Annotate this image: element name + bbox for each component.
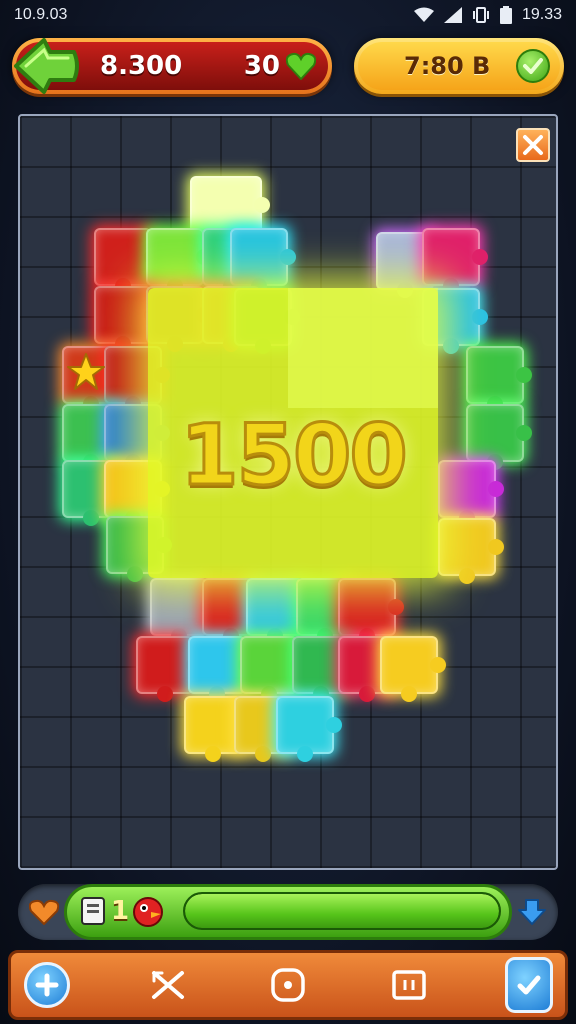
signal-icon <box>443 7 462 23</box>
puzzle-piece[interactable] <box>240 636 306 702</box>
check-icon[interactable] <box>516 49 550 83</box>
lives-counter: 30 <box>244 51 316 81</box>
close-icon <box>523 135 543 155</box>
status-bar: 10.9.03 19.33 <box>0 0 576 30</box>
status-icons: 19.33 <box>413 6 562 24</box>
progress-track <box>183 892 501 930</box>
lives-value: 30 <box>243 51 280 81</box>
puzzle-piece[interactable] <box>146 228 212 294</box>
progress-frame: 1 <box>64 884 512 940</box>
pause-icon <box>391 970 426 1000</box>
puzzle-piece[interactable] <box>380 636 446 702</box>
bird-icon <box>133 897 164 927</box>
puzzle-piece[interactable] <box>276 696 342 762</box>
puzzle-piece[interactable] <box>190 176 270 242</box>
heart-icon <box>29 899 59 925</box>
add-button[interactable] <box>23 961 71 1009</box>
hint-button[interactable] <box>505 957 553 1013</box>
bottom-toolbar <box>8 950 568 1020</box>
piece-counter: 1 <box>79 893 173 929</box>
puzzle-piece[interactable] <box>422 228 488 294</box>
pause-button[interactable] <box>385 961 433 1009</box>
vibrate-icon <box>472 7 490 23</box>
puzzle-piece[interactable] <box>188 636 254 702</box>
status-time-right: 19.33 <box>521 6 562 23</box>
counter-value: 1 <box>111 896 130 926</box>
timer-value: 7:80 B <box>404 52 491 80</box>
puzzle-piece[interactable] <box>94 286 160 352</box>
wifi-icon <box>413 7 434 23</box>
shuffle-icon <box>151 971 184 999</box>
status-time-left: 10.9.03 <box>14 6 68 23</box>
target-icon <box>271 968 305 1002</box>
puzzle-piece[interactable] <box>438 518 504 584</box>
timer-panel: 7:80 B <box>354 38 564 94</box>
highlight-panel-top <box>288 288 438 408</box>
arrow-down-icon <box>518 899 546 925</box>
plus-icon <box>24 962 70 1008</box>
puzzle-piece[interactable] <box>230 228 296 294</box>
big-score-text: 1500 <box>179 405 410 506</box>
score-value: 8.300 <box>100 51 183 81</box>
back-arrow-icon[interactable] <box>10 34 80 98</box>
card-icon <box>81 897 105 925</box>
puzzle-piece[interactable] <box>466 404 532 470</box>
progress-area: 1 <box>18 884 558 940</box>
battery-icon <box>499 6 512 24</box>
puzzle-board[interactable]: 1500 <box>18 114 558 870</box>
score-panel: 8.300 30 <box>12 38 332 94</box>
heart-icon <box>286 52 316 80</box>
puzzle-piece[interactable] <box>338 578 404 644</box>
heart-button[interactable] <box>22 890 66 934</box>
hint-icon <box>505 957 553 1013</box>
puzzle-piece[interactable] <box>150 578 216 644</box>
puzzle-piece[interactable] <box>466 346 532 412</box>
arrow-down-button[interactable] <box>510 890 554 934</box>
star-icon <box>67 353 105 390</box>
shuffle-button[interactable] <box>144 961 192 1009</box>
target-button[interactable] <box>264 961 312 1009</box>
progress-fill <box>185 894 499 928</box>
puzzle-piece[interactable] <box>94 228 160 294</box>
puzzle-piece[interactable] <box>136 636 202 702</box>
close-button[interactable] <box>516 128 550 162</box>
puzzle-piece[interactable] <box>438 460 504 526</box>
puzzle-cluster[interactable]: 1500 <box>20 116 556 868</box>
